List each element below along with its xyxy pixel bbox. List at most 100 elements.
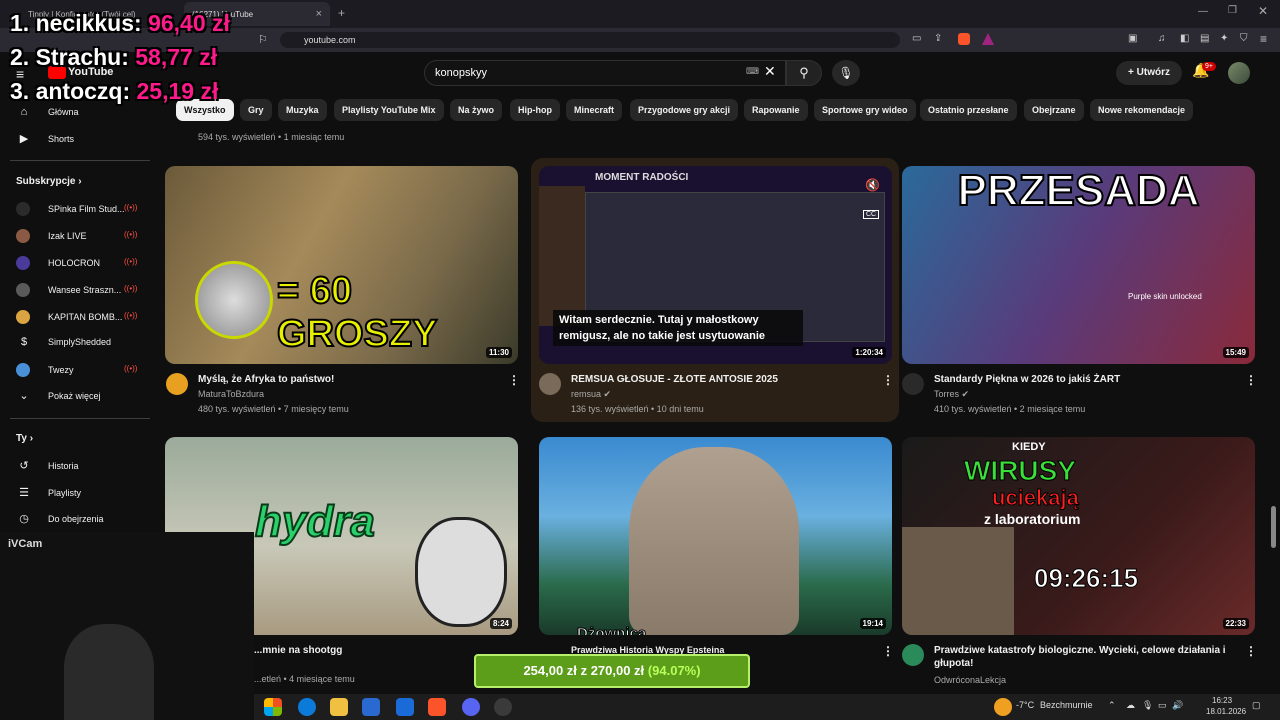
channel-avatar (16, 202, 30, 216)
video-title[interactable]: Prawdziwe katastrofy biologiczne. Wyciek… (934, 644, 1234, 670)
chip-muzyka[interactable]: Muzyka (278, 99, 327, 121)
start-icon[interactable] (264, 698, 282, 716)
chip-gry[interactable]: Gry (240, 99, 272, 121)
sidebar-item-playlists[interactable]: ☰ Playlisty (16, 486, 81, 499)
store-icon[interactable] (362, 698, 380, 716)
scrollbar-thumb[interactable] (1271, 506, 1276, 548)
channel-avatar[interactable] (166, 373, 188, 395)
search-button[interactable]: ⚲ (786, 60, 822, 86)
tray-chevron-icon[interactable]: ⌃ (1108, 700, 1116, 711)
close-icon[interactable]: × (316, 8, 322, 20)
sidebar-item-sub[interactable]: Izak LIVE (16, 229, 87, 243)
sidebar-toggle-icon[interactable]: ▣ (1128, 33, 1137, 44)
channel-name[interactable]: Torres ✔ (934, 389, 969, 400)
explorer-icon[interactable] (330, 698, 348, 716)
more-options-icon[interactable]: ⋮ (1245, 373, 1257, 387)
video-thumbnail[interactable]: KIEDY WIRUSY uciekają z laboratorium 09:… (902, 437, 1255, 635)
channel-name[interactable]: OdwróconaLekcja (934, 675, 1006, 685)
ai-icon[interactable]: ✦ (1220, 33, 1228, 44)
more-options-icon[interactable]: ⋮ (882, 373, 894, 387)
brave-icon[interactable] (428, 698, 446, 716)
channel-avatar (16, 229, 30, 243)
mail-icon[interactable] (396, 698, 414, 716)
mute-icon[interactable]: 🔇 (865, 178, 880, 192)
chip-przygodowe[interactable]: Przygodowe gry akcji (630, 99, 739, 121)
close-window-icon[interactable]: ✕ (1258, 4, 1268, 18)
wallet-icon[interactable]: ▤ (1200, 33, 1209, 44)
channel-name[interactable]: MaturaToBzdura (198, 389, 264, 399)
video-thumbnail[interactable]: MOMENT RADOŚCI 🔇 CC Witam serdecznie. Tu… (539, 166, 892, 364)
donation-goal-bar: 254,00 zł z 270,00 zł (94.07%) (474, 654, 750, 688)
discord-icon[interactable] (462, 698, 480, 716)
weather-desc[interactable]: Bezchmurnie (1040, 700, 1093, 710)
sidebar-item-sub[interactable]: Wansee Straszn... (16, 283, 121, 297)
chip-hip-hop[interactable]: Hip-hop (510, 99, 560, 121)
chip-minecraft[interactable]: Minecraft (566, 99, 623, 121)
music-icon[interactable]: ♫ (1158, 33, 1166, 44)
weather-icon[interactable] (994, 698, 1012, 716)
chip-na-zywo[interactable]: Na żywo (450, 99, 503, 121)
maximize-icon[interactable]: ❐ (1228, 5, 1237, 16)
address-bar[interactable]: youtube.com (280, 32, 900, 48)
minimize-icon[interactable]: — (1198, 6, 1208, 17)
sidebar-item-sub[interactable]: HOLOCRON (16, 256, 100, 270)
sidebar-item-watch-later[interactable]: ◷ Do obejrzenia (16, 512, 103, 525)
you-header[interactable]: Ty › (16, 433, 33, 444)
create-button[interactable]: + Utwórz (1116, 61, 1182, 85)
video-thumbnail[interactable]: PRZESADA Purple skin unlocked 15:49 (902, 166, 1255, 364)
more-options-icon[interactable]: ⋮ (1245, 644, 1257, 658)
weather-temp[interactable]: -7°C (1016, 700, 1034, 710)
subscriptions-header[interactable]: Subskrypcje › (16, 176, 82, 187)
video-title[interactable]: Standardy Piękna w 2026 to jakiś ŻART (934, 373, 1224, 386)
voice-search-button[interactable]: 🎙 (832, 60, 860, 86)
video-thumbnail[interactable]: = 60 GROSZY 11:30 (165, 166, 518, 364)
chip-ostatnio[interactable]: Ostatnio przesłane (920, 99, 1017, 121)
keyboard-icon[interactable]: ⌨ (746, 66, 759, 77)
chip-rapowanie[interactable]: Rapowanie (744, 99, 808, 121)
cast-icon[interactable]: ▭ (912, 33, 921, 44)
share-icon[interactable]: ⇪ (934, 33, 942, 44)
clock-date[interactable]: 18.01.2026 (1206, 707, 1246, 716)
sidebar-item-sub[interactable]: $ SimplyShedded (16, 336, 111, 348)
sidebar-item-sub[interactable]: SPinka Film Stud... (16, 202, 125, 216)
show-more-button[interactable]: ⌄ Pokaż więcej (16, 389, 100, 402)
brave-shield-icon[interactable] (958, 33, 970, 45)
menu-icon[interactable]: ≡ (1260, 32, 1267, 46)
video-title[interactable]: Myślą, że Afryka to państwo! (198, 373, 488, 386)
cloud-icon[interactable]: ☁ (1126, 700, 1135, 711)
chip-playlisty-mix[interactable]: Playlisty YouTube Mix (334, 99, 444, 121)
more-options-icon[interactable]: ⋮ (882, 644, 894, 658)
video-title[interactable]: ...mnie na shootgg (254, 644, 484, 657)
reader-icon[interactable]: ◧ (1180, 33, 1189, 44)
mic-tray-icon[interactable]: 🎙 (1142, 700, 1153, 711)
captions-icon[interactable]: CC (863, 210, 880, 219)
channel-avatar[interactable] (902, 373, 924, 395)
channel-avatar[interactable] (902, 644, 924, 666)
video-thumbnail[interactable]: Dżownica 19:14 (539, 437, 892, 635)
sidebar-item-sub[interactable]: Twezy (16, 363, 74, 377)
edge-icon[interactable] (298, 698, 316, 716)
more-options-icon[interactable]: ⋮ (508, 373, 520, 387)
clock-time[interactable]: 16:23 (1212, 696, 1232, 705)
channel-name[interactable]: remsua ✔ (571, 389, 611, 400)
sidebar-item-home[interactable]: ⌂ Główna (16, 106, 79, 118)
obs-icon[interactable] (494, 698, 512, 716)
chip-nowe[interactable]: Nowe rekomendacje (1090, 99, 1194, 121)
avatar[interactable] (1228, 62, 1250, 84)
sidebar-item-sub[interactable]: KAPITAN BOMB... (16, 310, 122, 324)
new-tab-icon[interactable]: + (338, 6, 345, 20)
sidebar-item-history[interactable]: ↺ Historia (16, 459, 78, 472)
vpn-icon[interactable]: ⛉ (1240, 33, 1248, 44)
search-input[interactable]: konopskyy (424, 60, 786, 86)
brave-rewards-icon[interactable] (982, 33, 994, 45)
network-icon[interactable]: ▭ (1158, 700, 1167, 711)
volume-icon[interactable]: 🔊 (1172, 700, 1183, 711)
notifications-icon[interactable]: ▢ (1252, 700, 1261, 711)
channel-avatar[interactable] (539, 373, 561, 395)
clear-search-icon[interactable]: ✕ (764, 63, 776, 80)
chip-sportowe[interactable]: Sportowe gry wideo (814, 99, 916, 121)
sidebar-item-shorts[interactable]: ▶ Shorts (16, 132, 74, 145)
video-title[interactable]: REMSUA GŁOSUJE - ZŁOTE ANTOSIE 2025 (571, 373, 861, 386)
bookmark-icon[interactable]: ⚐ (258, 33, 268, 46)
chip-obejrzane[interactable]: Obejrzane (1024, 99, 1084, 121)
